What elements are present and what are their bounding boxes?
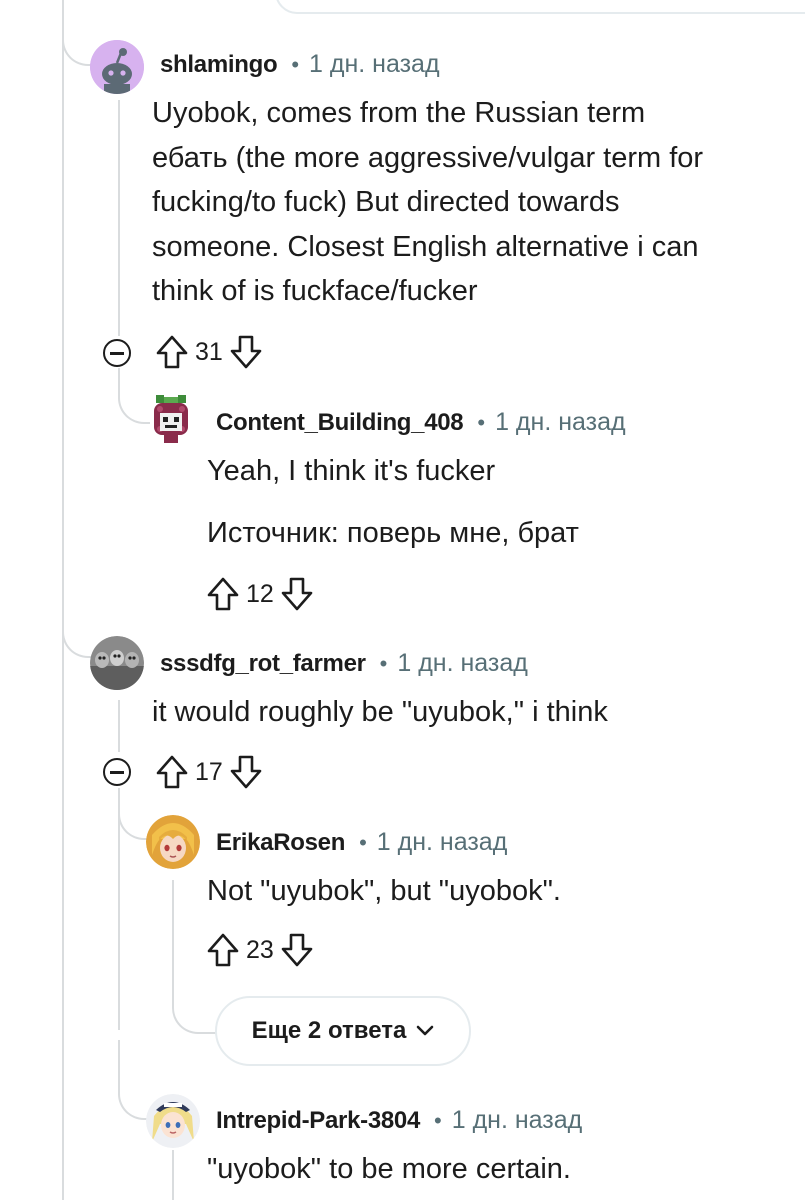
vote-count: 23 [246, 935, 274, 964]
previous-card-edge [275, 0, 805, 14]
downvote-icon[interactable] [229, 334, 263, 370]
author-name[interactable]: sssdfg_rot_farmer [160, 650, 366, 678]
comment-body: "uyobok" to be more certain. [207, 1147, 571, 1192]
comment-line: someone. Closest English alternative i c… [152, 230, 699, 263]
vote-count: 12 [246, 579, 274, 608]
timestamp: 1 дн. назад [495, 408, 626, 436]
vote-bar: 23 [206, 932, 314, 968]
downvote-icon[interactable] [229, 754, 263, 790]
author-name[interactable]: shlamingo [160, 51, 278, 79]
raspberry-avatar-icon[interactable] [150, 395, 192, 443]
separator-dot: • [434, 1107, 442, 1133]
thread-branch-4 [118, 788, 150, 840]
comment-line: Источник: поверь мне, брат [207, 517, 579, 549]
upvote-icon[interactable] [206, 576, 240, 612]
comment-meta: sssdfg_rot_farmer • 1 дн. назад [160, 649, 528, 678]
author-name[interactable]: ErikaRosen [216, 829, 345, 857]
separator-dot: • [359, 829, 367, 855]
thread-branch-5 [118, 1040, 150, 1120]
vote-bar: 17 [155, 754, 263, 790]
upvote-icon[interactable] [155, 334, 189, 370]
vote-count: 17 [195, 757, 223, 786]
timestamp: 1 дн. назад [397, 649, 528, 677]
chevron-down-icon [416, 1025, 434, 1037]
anime-avatar-icon[interactable] [146, 1094, 200, 1148]
vote-bar: 31 [155, 334, 263, 370]
timestamp: 1 дн. назад [309, 50, 440, 78]
upvote-icon[interactable] [206, 932, 240, 968]
author-name[interactable]: Content_Building_408 [216, 409, 464, 437]
downvote-icon[interactable] [280, 932, 314, 968]
comment-meta: shlamingo • 1 дн. назад [160, 50, 440, 79]
thread-branch-3 [62, 610, 92, 658]
vote-count: 31 [195, 337, 223, 366]
collapse-thread-button[interactable] [103, 339, 131, 367]
comment-line: Uyobok, comes from the Russian term [152, 97, 646, 129]
comment-body: it would roughly be "uyubok," i think [152, 690, 608, 735]
timestamp: 1 дн. назад [451, 1106, 583, 1134]
separator-dot: • [379, 650, 388, 676]
thread-line-c3b [118, 790, 120, 1030]
comment-line: it would roughly be "uyubok," i think [152, 696, 608, 728]
comment-meta: ErikaRosen • 1 дн. назад [216, 828, 507, 857]
more-replies-label: Еще 2 ответа [251, 1017, 407, 1044]
timestamp: 1 дн. назад [376, 828, 508, 856]
thread-line-c3 [118, 700, 120, 752]
more-replies-button[interactable]: Еще 2 ответа [215, 996, 471, 1066]
collapse-thread-button[interactable] [103, 758, 131, 786]
thread-line-main [62, 0, 64, 1200]
thread-line-c5 [172, 1150, 174, 1200]
photo-avatar-icon[interactable] [90, 636, 144, 690]
comment-line: "uyobok" to be more certain. [207, 1153, 571, 1185]
downvote-icon[interactable] [280, 576, 314, 612]
comment-line: fucking/to fuck) But directed towards [152, 186, 620, 218]
comment-line: Not "uyubok", but "uyobok". [207, 875, 561, 907]
vote-bar: 12 [206, 576, 314, 612]
upvote-icon[interactable] [155, 754, 189, 790]
thread-line-c1 [118, 100, 120, 336]
comment-meta: Intrepid-Park-3804 • 1 дн. назад [216, 1106, 582, 1135]
comment-body-paragraph-2: Источник: поверь мне, брат [207, 511, 579, 556]
comment-body: Uyobok, comes from the Russian term ебат… [152, 91, 703, 314]
comment-body: Not "uyubok", but "uyobok". [207, 869, 561, 914]
comment-line: ебать (the more aggressive/vulgar term f… [152, 141, 704, 174]
thread-line-c4 [172, 880, 174, 1000]
anime-avatar-icon[interactable] [146, 815, 200, 869]
comment-line: Yeah, I think it's fucker [207, 455, 496, 487]
separator-dot: • [291, 51, 300, 77]
author-name[interactable]: Intrepid-Park-3804 [216, 1107, 420, 1135]
separator-dot: • [477, 409, 486, 435]
reddit-snoo-icon[interactable] [90, 40, 144, 94]
comment-body: Yeah, I think it's fucker [207, 449, 495, 494]
thread-branch-1 [62, 30, 92, 66]
thread-branch-2 [118, 368, 150, 424]
thread-branch-more [172, 990, 218, 1034]
comment-line: think of is fuckface/fucker [152, 275, 478, 307]
comment-meta: Content_Building_408 • 1 дн. назад [216, 408, 626, 437]
